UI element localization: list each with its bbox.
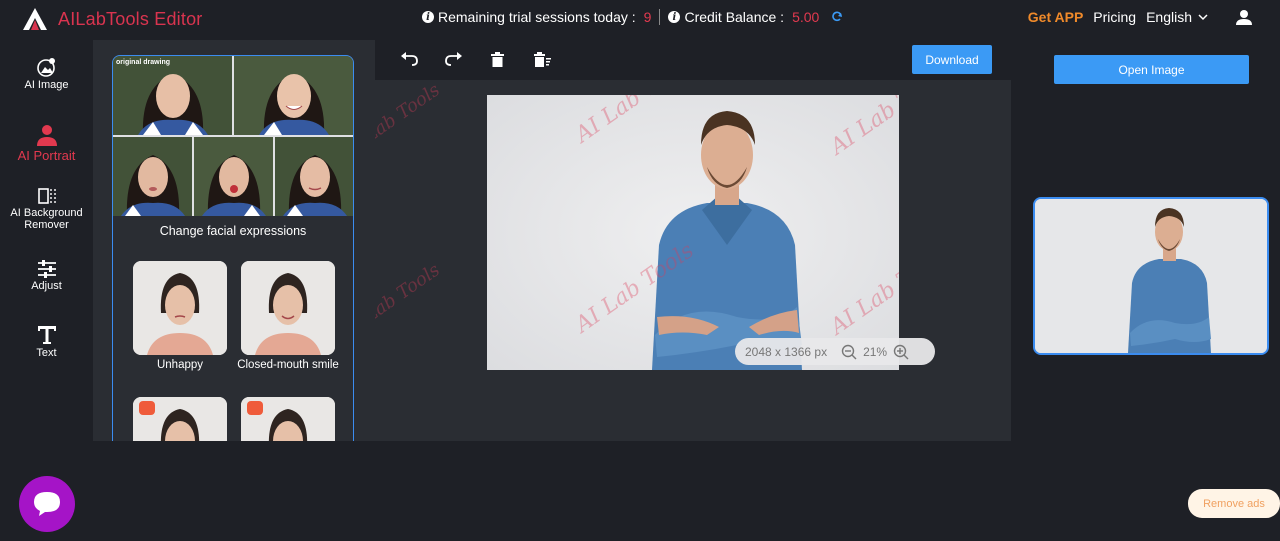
delete-icon[interactable] — [491, 52, 504, 67]
background-remover-icon — [37, 188, 56, 204]
expression-preview-grid: original drawing — [113, 56, 353, 216]
portrait-icon — [36, 125, 57, 146]
ai-image-icon — [36, 58, 55, 77]
zoom-level: 21% — [863, 344, 888, 359]
info-icon: i — [668, 11, 681, 23]
trial-value: 9 — [643, 9, 652, 25]
zoom-in-icon[interactable] — [893, 344, 909, 360]
sidebar-item-label: Text — [36, 347, 57, 359]
redo-icon[interactable] — [445, 52, 462, 66]
divider — [659, 9, 661, 25]
style-card-closed-mouth-smile[interactable] — [241, 261, 335, 355]
pricing-link[interactable]: Pricing — [1093, 9, 1136, 25]
undo-icon[interactable] — [401, 52, 418, 66]
chat-button[interactable] — [19, 476, 75, 532]
language-selector[interactable]: English — [1146, 9, 1208, 25]
expression-thumbnail — [194, 137, 273, 216]
sidebar-item-background-remover[interactable]: AI Background Remover — [0, 187, 93, 231]
credit-label: Credit Balance : — [684, 9, 785, 25]
expression-thumbnail — [275, 137, 353, 216]
download-button[interactable]: Download — [912, 45, 992, 74]
sidebar-item-ai-portrait[interactable]: AI Portrait — [0, 124, 93, 163]
image-dimensions: 2048 x 1366 px — [745, 344, 828, 359]
top-bar: AILabTools Editor i Remaining trial sess… — [0, 0, 1280, 38]
language-label: English — [1146, 9, 1192, 25]
original-label: original drawing — [116, 59, 171, 66]
section-title: Change facial expressions — [159, 224, 307, 238]
facial-expression-card[interactable]: original drawing Change facial expressio… — [112, 55, 354, 441]
expression-thumbnail: original drawing — [113, 56, 232, 135]
credit-value: 5.00 — [792, 9, 820, 25]
premium-badge-icon — [247, 401, 263, 415]
sliders-icon — [37, 260, 56, 278]
sidebar-item-text[interactable]: Text — [0, 325, 93, 359]
usage-info: i Remaining trial sessions today : 9 i C… — [422, 9, 843, 25]
get-app-link[interactable]: Get APP — [1028, 9, 1084, 25]
expression-thumbnail — [234, 56, 353, 135]
sidebar-item-ai-image[interactable]: AI Image — [0, 57, 93, 91]
editor-canvas[interactable]: AI Lab Tools AI Lab Tools AI Lab Tools A… — [375, 80, 1011, 441]
refresh-icon[interactable] — [831, 11, 843, 23]
app-logo[interactable]: AILabTools Editor — [22, 6, 202, 32]
sidebar-item-label: AI Portrait — [17, 148, 76, 163]
sidebar-item-adjust[interactable]: Adjust — [0, 260, 93, 292]
feature-panel: original drawing Change facial expressio… — [93, 40, 375, 441]
style-label: Closed-mouth smile — [237, 359, 339, 371]
app-title: AILabTools Editor — [58, 8, 203, 29]
chat-icon — [34, 492, 60, 516]
text-icon — [37, 326, 56, 344]
editor-toolbar: Download — [375, 40, 1011, 80]
trial-label: Remaining trial sessions today : — [438, 9, 636, 25]
logo-icon — [23, 8, 47, 30]
zoom-controls: 2048 x 1366 px 21% — [735, 338, 935, 365]
preview-thumbnail[interactable] — [1033, 197, 1269, 355]
sidebar-item-label-line2: Remover — [24, 219, 69, 231]
sidebar-item-label-line1: AI Background — [10, 207, 83, 219]
user-icon[interactable] — [1236, 9, 1252, 25]
info-icon: i — [422, 11, 434, 23]
sidebar: AI Image AI Portrait AI Background Remov… — [0, 40, 93, 541]
remove-ads-button[interactable]: Remove ads — [1188, 489, 1280, 518]
sidebar-item-label: AI Image — [24, 79, 69, 91]
right-panel: Open Image — [1011, 40, 1280, 441]
main-image[interactable]: AI Lab Tools AI Lab Tools AI Lab Tools A… — [487, 95, 899, 370]
expression-thumbnail — [113, 137, 192, 216]
style-card-unhappy[interactable] — [133, 261, 227, 355]
header-actions: Get APP Pricing English — [1028, 9, 1252, 25]
watermark-text: AI Lab Tools — [375, 80, 444, 162]
style-card-premium[interactable] — [241, 397, 335, 441]
style-card-premium[interactable] — [133, 397, 227, 441]
style-label: Unhappy — [156, 359, 204, 371]
premium-badge-icon — [139, 401, 155, 415]
sidebar-item-label: Adjust — [31, 280, 62, 292]
zoom-out-icon[interactable] — [841, 344, 857, 360]
watermark-text: AI Lab Tools — [375, 259, 444, 341]
clear-all-icon[interactable] — [534, 52, 551, 67]
open-image-button[interactable]: Open Image — [1054, 55, 1249, 84]
chevron-down-icon — [1198, 14, 1208, 21]
